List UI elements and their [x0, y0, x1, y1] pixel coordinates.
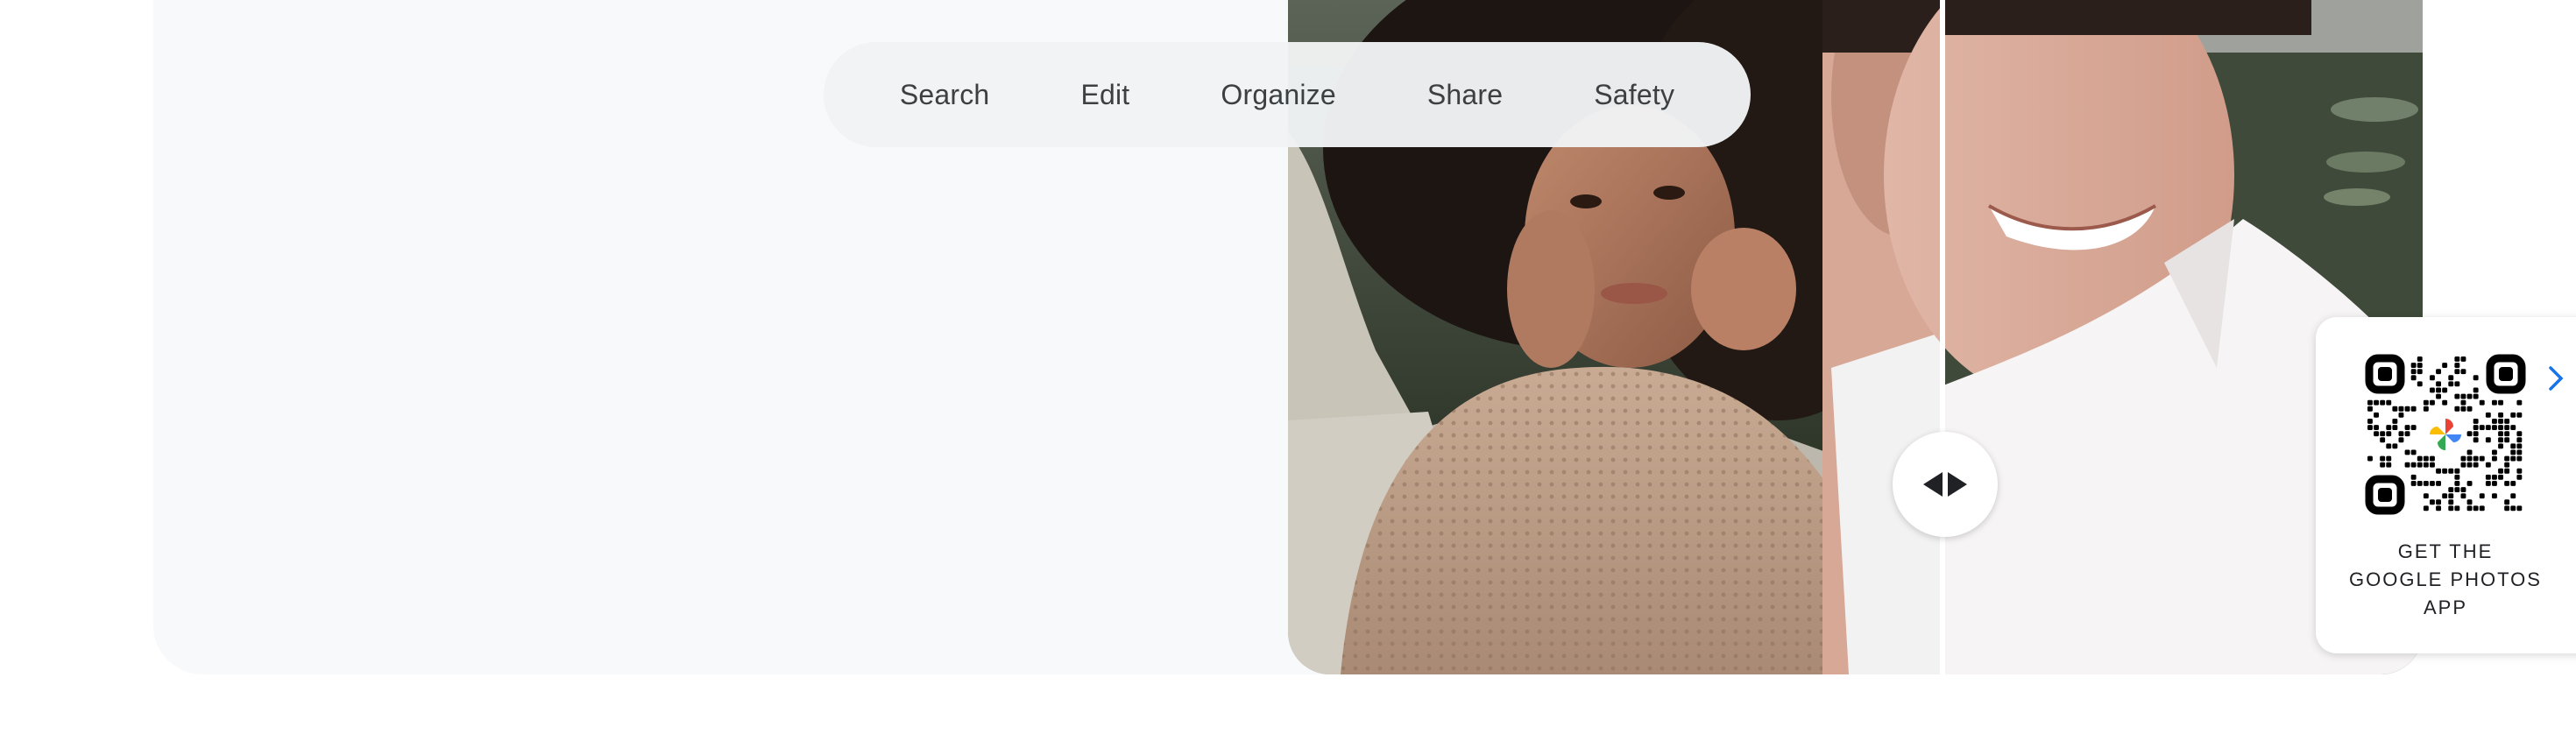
tab-search[interactable]: Search [854, 79, 1036, 111]
tab-organize[interactable]: Organize [1175, 79, 1381, 111]
get-app-caption: GET THE GOOGLE PHOTOS APP [2316, 538, 2575, 622]
arrow-right-icon [1948, 472, 1967, 497]
tab-share[interactable]: Share [1382, 79, 1548, 111]
chevron-right-icon[interactable] [2538, 361, 2573, 396]
caption-line-2: GOOGLE PHOTOS [2349, 568, 2542, 590]
get-app-qr-card[interactable]: GET THE GOOGLE PHOTOS APP [2316, 317, 2576, 653]
arrow-left-icon [1923, 472, 1943, 497]
feature-tabs: Search Edit Organize Share Safety [824, 42, 1751, 147]
comparison-drag-handle[interactable] [1893, 432, 1998, 537]
caption-line-3: APP [2423, 596, 2468, 618]
google-photos-logo-icon [2424, 413, 2466, 455]
qr-code-icon [2365, 354, 2526, 515]
caption-line-1: GET THE [2397, 540, 2494, 562]
comparison-divider [1940, 0, 1945, 674]
tab-edit[interactable]: Edit [1035, 79, 1175, 111]
tab-safety[interactable]: Safety [1548, 79, 1720, 111]
page: Search Edit Organize Share Safety GET TH… [0, 0, 2576, 734]
